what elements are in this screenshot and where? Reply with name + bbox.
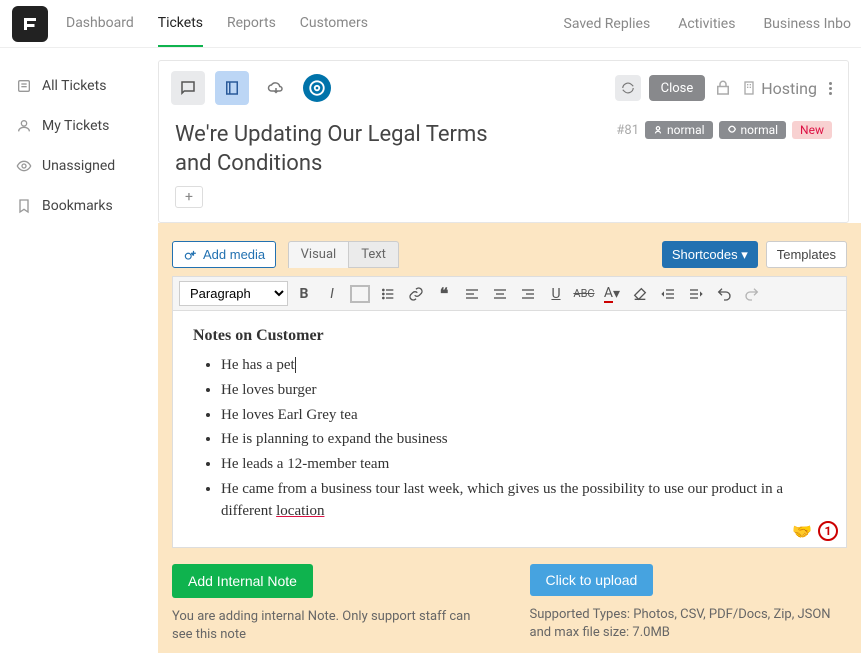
priority-badge[interactable]: normal [645,121,713,139]
underline-button[interactable]: U [544,282,568,306]
sidebar-item-unassigned[interactable]: Unassigned [12,146,138,186]
add-internal-note-button[interactable]: Add Internal Note [172,564,313,598]
note-bullet: He came from a business tour last week, … [221,479,826,523]
user-icon [16,118,32,134]
main-area: Close Hosting We're Updating Our Legal T… [150,48,861,666]
bold-button[interactable]: B [292,282,316,306]
sidebar-label: Bookmarks [42,198,113,214]
lock-icon[interactable] [713,71,733,105]
undo-button[interactable] [712,282,736,306]
sidebar-label: All Tickets [42,78,106,94]
cloud-button[interactable] [259,71,293,105]
upload-button[interactable]: Click to upload [530,564,654,596]
ticket-title: We're Updating Our Legal Terms and Condi… [175,121,505,178]
nav-dashboard[interactable]: Dashboard [66,1,134,47]
note-bullet: He leads a 12-member team [221,454,826,476]
more-menu-button[interactable] [825,82,836,95]
sidebar-item-my-tickets[interactable]: My Tickets [12,106,138,146]
ticket-id: #81 [616,123,639,138]
top-bar: Dashboard Tickets Reports Customers Save… [0,0,861,48]
nav-reports[interactable]: Reports [227,1,276,47]
bookmark-icon [16,198,32,214]
close-button[interactable]: Close [649,75,706,101]
user-avatar-icon[interactable] [303,74,331,102]
nav-activities[interactable]: Activities [678,16,735,32]
nav-customers[interactable]: Customers [300,1,368,47]
note-editor-section: Add media Visual Text Shortcodes ▾ Templ… [158,223,861,653]
app-logo [12,6,48,42]
media-icon [183,248,197,262]
shortcodes-button[interactable]: Shortcodes ▾ [662,241,758,268]
status-badge[interactable]: normal [719,121,787,139]
format-select[interactable]: Paragraph [179,281,288,306]
note-heading: Notes on Customer [193,327,826,345]
note-bullet: He loves Earl Grey tea [221,405,826,427]
text-color-button[interactable]: A ▾ [600,282,624,306]
top-nav: Dashboard Tickets Reports Customers [66,1,368,47]
nav-tickets[interactable]: Tickets [158,1,203,47]
indent-button[interactable] [684,282,708,306]
list-icon [16,78,32,94]
sidebar: All Tickets My Tickets Unassigned Bookma… [0,48,150,666]
upload-hint: Supported Types: Photos, CSV, PDF/Docs, … [530,606,848,642]
sidebar-item-all-tickets[interactable]: All Tickets [12,66,138,106]
note-hint: You are adding internal Note. Only suppo… [172,608,490,644]
italic-button[interactable]: I [320,282,344,306]
tab-text[interactable]: Text [349,241,399,268]
eye-icon [16,158,32,174]
grammar-count-badge[interactable]: 1 [818,521,838,541]
editor-content[interactable]: Notes on Customer He has a pet He loves … [172,310,847,548]
sidebar-label: Unassigned [42,158,115,174]
notes-view-button[interactable] [215,71,249,105]
bullet-list-button[interactable] [376,282,400,306]
chevron-down-icon: ▾ [741,247,748,262]
handshake-icon: 🤝 [792,522,812,541]
nav-business-inbox[interactable]: Business Inbo [763,16,851,32]
link-button[interactable] [404,282,428,306]
outdent-button[interactable] [656,282,680,306]
redo-button[interactable] [740,282,764,306]
color-swatch-button[interactable] [348,282,372,306]
add-tag-button[interactable]: + [175,186,203,208]
add-media-button[interactable]: Add media [172,241,276,268]
message-view-button[interactable] [171,71,205,105]
align-center-button[interactable] [488,282,512,306]
align-right-button[interactable] [516,282,540,306]
tab-visual[interactable]: Visual [288,241,350,268]
note-bullet: He has a pet [221,355,826,377]
align-left-button[interactable] [460,282,484,306]
top-rightnav: Saved Replies Activities Business Inbo [564,16,861,32]
sidebar-label: My Tickets [42,118,109,134]
nav-saved-replies[interactable]: Saved Replies [564,16,651,32]
editor-toolbar: Paragraph B I ❝ U ABC A ▾ [172,276,847,310]
templates-button[interactable]: Templates [766,241,847,268]
strike-button[interactable]: ABC [572,282,596,306]
ticket-panel: Close Hosting We're Updating Our Legal T… [158,60,849,223]
quote-button[interactable]: ❝ [432,282,456,306]
note-bullet: He is planning to expand the business [221,429,826,451]
clear-format-button[interactable] [628,282,652,306]
hosting-label[interactable]: Hosting [741,79,817,98]
new-badge[interactable]: New [792,121,832,139]
note-bullet: He loves burger [221,380,826,402]
building-icon [741,80,757,96]
refresh-button[interactable] [615,75,641,101]
sidebar-item-bookmarks[interactable]: Bookmarks [12,186,138,226]
